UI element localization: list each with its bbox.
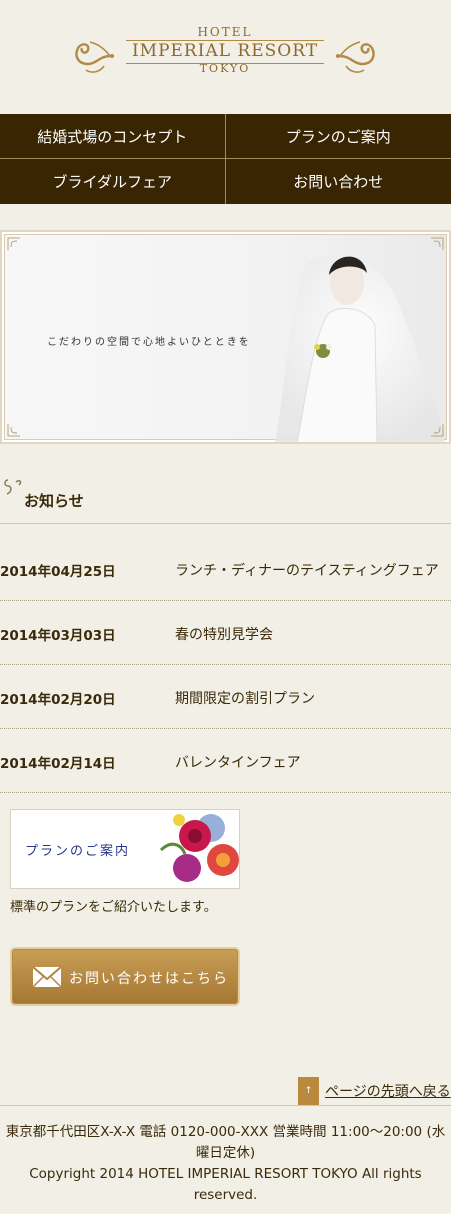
news-text[interactable]: 期間限定の割引プラン: [175, 688, 315, 708]
footer: 東京都千代田区X-X-X 電話 0120-000-XXX 営業時間 11:00〜…: [0, 1105, 451, 1214]
news-date: 2014年02月20日: [0, 692, 116, 708]
news-item[interactable]: 2014年03月03日 春の特別見学会: [0, 601, 451, 665]
news-ornament-icon: [4, 479, 22, 495]
hero-image: こだわりの空間で心地よいひとときを: [4, 234, 447, 442]
news-date: 2014年04月25日: [0, 564, 116, 580]
contact-button[interactable]: お問い合わせはこちら: [10, 947, 240, 1006]
logo-hotel-text: HOTEL: [197, 25, 253, 39]
nav-item-plans[interactable]: プランのご案内: [225, 114, 451, 159]
nav-item-concept[interactable]: 結婚式場のコンセプト: [0, 114, 226, 159]
frame-corner-icon: [7, 237, 20, 250]
plan-banner-label: プランのご案内: [25, 844, 131, 859]
logo-name-text: IMPERIAL RESORT: [131, 41, 319, 61]
frame-corner-icon: [7, 424, 20, 437]
news-item[interactable]: 2014年04月25日 ランチ・ディナーのテイスティングフェア: [0, 537, 451, 601]
news-list: 2014年04月25日 ランチ・ディナーのテイスティングフェア 2014年03月…: [0, 537, 451, 793]
frame-corner-icon: [431, 237, 444, 250]
plan-description: 標準のプランをご紹介いたします。: [10, 900, 217, 915]
news-text[interactable]: バレンタインフェア: [175, 752, 301, 772]
arrow-up-icon: ↑: [298, 1077, 319, 1105]
back-to-top-label[interactable]: ページの先頭へ戻る: [325, 1081, 451, 1101]
mail-icon: [32, 966, 62, 988]
news-item[interactable]: 2014年02月14日 バレンタインフェア: [0, 729, 451, 793]
nav-item-contact[interactable]: お問い合わせ: [226, 159, 451, 204]
nav-item-bridal-fair[interactable]: ブライダルフェア: [0, 159, 226, 204]
news-date: 2014年02月14日: [0, 756, 116, 772]
footer-copyright: Copyright 2014 HOTEL IMPERIAL RESORT TOK…: [29, 1166, 422, 1203]
news-text[interactable]: ランチ・ディナーのテイスティングフェア: [175, 560, 439, 580]
hero-banner: こだわりの空間で心地よいひとときを: [0, 230, 451, 444]
header: HOTEL IMPERIAL RESORT TOKYO: [0, 0, 451, 114]
main-nav: 結婚式場のコンセプト プランのご案内 ブライダルフェア お問い合わせ: [0, 114, 451, 204]
news-header: お知らせ: [0, 476, 451, 524]
hero-caption: こだわりの空間で心地よいひとときを: [47, 337, 251, 348]
plan-banner[interactable]: プランのご案内: [10, 809, 240, 889]
news-date: 2014年03月03日: [0, 628, 116, 644]
back-to-top-link[interactable]: ↑ ページの先頭へ戻る: [298, 1077, 451, 1105]
news-item[interactable]: 2014年02月20日 期間限定の割引プラン: [0, 665, 451, 729]
news-title: お知らせ: [24, 492, 84, 510]
logo-city-text: TOKYO: [199, 62, 251, 75]
news-text[interactable]: 春の特別見学会: [175, 624, 273, 644]
hotel-logo[interactable]: HOTEL IMPERIAL RESORT TOKYO: [70, 22, 380, 86]
footer-address: 東京都千代田区X-X-X 電話 0120-000-XXX 営業時間 11:00〜…: [5, 1124, 446, 1161]
contact-button-label: お問い合わせはこちら: [69, 971, 229, 987]
frame-corner-icon: [431, 424, 444, 437]
